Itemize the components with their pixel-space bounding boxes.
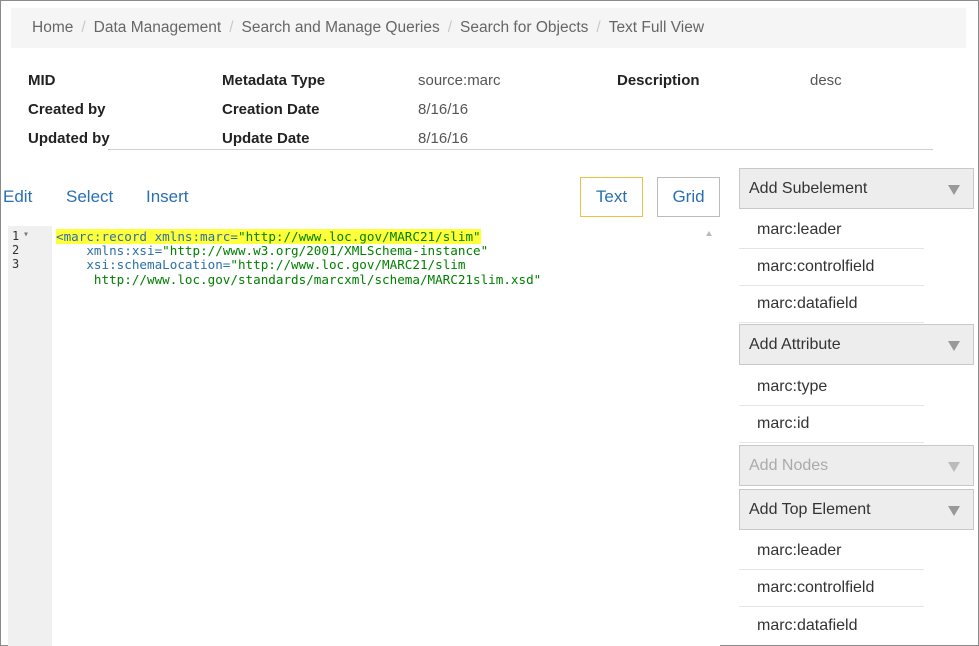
- breadcrumb-separator: /: [596, 19, 601, 36]
- breadcrumb-search-manage-queries[interactable]: Search and Manage Queries: [242, 19, 440, 37]
- subelement-item-leader[interactable]: marc:leader: [739, 212, 924, 249]
- mid-label: MID: [28, 72, 56, 89]
- add-top-element-dropdown[interactable]: Add Top Element: [739, 489, 974, 530]
- breadcrumb-separator: /: [447, 19, 453, 36]
- add-attribute-label: Add Attribute: [749, 335, 841, 353]
- dropdown-triangle-icon: [948, 506, 960, 516]
- code-line: xsi:schemaLocation="http://www.loc.gov/M…: [56, 257, 465, 272]
- breadcrumb-current: Text Full View: [608, 19, 705, 36]
- code-line: http://www.loc.gov/standards/marcxml/sch…: [56, 272, 541, 287]
- line-number: 3: [12, 257, 20, 271]
- creation-date-label: Creation Date: [222, 101, 320, 118]
- code-line: xmlns:xsi="http://www.w3.org/2001/XMLSch…: [56, 243, 488, 258]
- line-number: 2: [12, 243, 20, 257]
- dropdown-triangle-icon: [948, 462, 960, 472]
- add-subelement-label: Add Subelement: [749, 179, 868, 197]
- code-string: "http://www.loc.gov/MARC21/slim: [230, 257, 466, 272]
- top-element-item-leader[interactable]: marc:leader: [739, 533, 924, 570]
- edit-menu[interactable]: Edit: [3, 187, 32, 207]
- code-string: "http://www.loc.gov/MARC21/slim": [237, 229, 481, 244]
- add-top-element-label: Add Top Element: [749, 500, 871, 518]
- code-tag: xmlns:xsi=: [56, 243, 163, 258]
- scroll-up-arrow-icon[interactable]: [706, 231, 712, 236]
- select-menu[interactable]: Select: [66, 187, 113, 207]
- updated-by-label: Updated by: [28, 130, 110, 147]
- dropdown-triangle-icon: [948, 185, 960, 195]
- breadcrumb-search-objects[interactable]: Search for Objects: [460, 19, 588, 37]
- fold-toggle-icon[interactable]: ▾: [23, 229, 29, 240]
- subelement-item-controlfield[interactable]: marc:controlfield: [739, 249, 924, 286]
- metadata-type-label: Metadata Type: [222, 72, 326, 89]
- code-line: <marc:record xmlns:marc="http://www.loc.…: [56, 229, 481, 244]
- breadcrumb-separator: /: [229, 19, 234, 36]
- highlighted-line: <marc:record xmlns:marc="http://www.loc.…: [56, 229, 481, 244]
- code-tag: xsi:schemaLocation=: [56, 257, 231, 272]
- breadcrumb-data-management[interactable]: Data Management: [94, 19, 222, 37]
- top-element-item-datafield[interactable]: marc:datafield: [739, 607, 924, 644]
- attribute-item-id[interactable]: marc:id: [739, 406, 924, 443]
- description-label: Description: [617, 72, 700, 89]
- code-string: http://www.loc.gov/standards/marcxml/sch…: [56, 272, 542, 287]
- update-date-value: 8/16/16: [418, 130, 469, 147]
- code-string: "http://www.w3.org/2001/XMLSchema-instan…: [162, 243, 489, 258]
- dropdown-triangle-icon: [948, 341, 960, 351]
- add-nodes-dropdown[interactable]: Add Nodes: [739, 445, 974, 486]
- breadcrumb-separator: /: [81, 19, 86, 36]
- metadata-divider: [108, 149, 933, 150]
- description-value: desc: [810, 72, 842, 89]
- metadata-type-value: source:marc: [418, 72, 501, 89]
- add-subelement-dropdown[interactable]: Add Subelement: [739, 168, 974, 209]
- update-date-label: Update Date: [222, 130, 310, 147]
- code-editor[interactable]: 1 ▾ 2 3 <marc:record xmlns:marc="http://…: [8, 226, 720, 646]
- attribute-item-type[interactable]: marc:type: [739, 369, 924, 406]
- insert-menu[interactable]: Insert: [146, 187, 189, 207]
- subelement-item-datafield[interactable]: marc:datafield: [739, 286, 924, 323]
- add-nodes-label: Add Nodes: [749, 456, 829, 474]
- creation-date-value: 8/16/16: [418, 101, 469, 118]
- breadcrumb-home[interactable]: Home: [32, 19, 73, 37]
- top-element-item-controlfield[interactable]: marc:controlfield: [739, 570, 924, 607]
- line-number: 1: [12, 229, 20, 243]
- grid-view-button[interactable]: Grid: [657, 177, 720, 217]
- editor-gutter: 1 ▾ 2 3: [8, 226, 52, 646]
- add-attribute-dropdown[interactable]: Add Attribute: [739, 324, 974, 365]
- code-tag: <marc:record xmlns:marc=: [56, 229, 238, 244]
- text-view-button[interactable]: Text: [580, 177, 643, 217]
- breadcrumb: Home / Data Management / Search and Mana…: [11, 8, 966, 48]
- created-by-label: Created by: [28, 101, 106, 118]
